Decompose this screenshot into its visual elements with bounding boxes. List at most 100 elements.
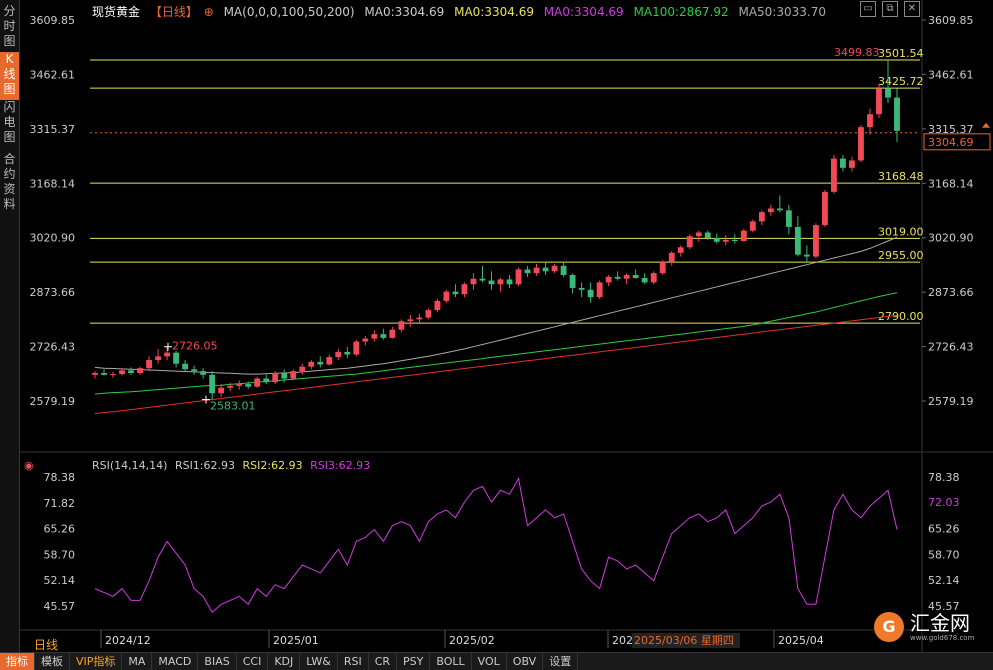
candle [254,376,261,388]
sidebar-tab-char: 电 [3,115,16,129]
candle-body [858,127,864,161]
candle [146,356,152,372]
date-axis-label: 2024/12 [105,634,151,647]
toolbar-item[interactable]: CR [369,653,398,670]
toolbar-item[interactable]: BOLL [430,653,472,670]
ma-config-label[interactable]: MA(0,0,0,100,50,200) [224,5,355,19]
rsi-axis-label-left: 58.70 [44,548,76,561]
candle-body [677,247,684,253]
candle-body [794,226,801,255]
rsi1-value: RSI1:62.93 [174,459,236,472]
candle [578,282,585,298]
candle-body [894,97,900,131]
candle-body [686,236,693,248]
candle [767,204,774,216]
period-label[interactable]: 【日线】 [150,5,198,19]
candle [542,262,549,276]
sidebar-tab-0[interactable]: 分时图 [0,4,19,52]
candle [353,339,360,357]
toolbar-item[interactable]: MA [122,653,153,670]
candle [722,235,729,246]
candle-body [641,277,648,283]
candle-body [749,221,756,231]
candle [668,250,675,266]
toolbar-item[interactable]: 设置 [543,653,579,670]
candle [731,234,738,244]
toolbar-item[interactable]: MACD [152,653,199,670]
candle [137,366,143,375]
date-axis-label: 2025/02 [449,634,495,647]
candle-body [830,158,837,192]
candle-body [767,208,774,213]
candle-body [272,372,279,383]
candle-body [542,267,549,272]
candle-body [560,265,567,276]
candle-body [596,282,603,298]
minimize-icon[interactable]: ▭ [860,1,876,17]
price-axis-label: 3609.85 [928,14,974,27]
sidebar-tab-3[interactable]: 合约资料 [0,152,19,212]
candle-body [200,371,207,375]
candle-body [281,372,288,379]
toolbar-item[interactable]: BIAS [198,653,237,670]
toolbar-item[interactable]: 指标 [0,653,35,670]
candle-body [731,239,738,242]
candle-body [623,275,630,279]
candle-body [695,232,702,237]
low-annotation: 2583.01 [210,400,256,413]
rsi-axis-label-left: 65.26 [44,523,76,536]
candle [749,219,756,233]
sidebar-tab-1[interactable]: K线图 [0,52,19,100]
candle [479,265,486,283]
toolbar-item[interactable]: PSY [397,653,431,670]
add-icon[interactable]: ⊕ [204,5,214,19]
candle [695,230,702,242]
candle [830,154,837,194]
toolbar-item[interactable]: CCI [237,653,269,670]
candle-body [389,329,396,338]
rsi-settings-icon[interactable]: ◉ [24,459,34,472]
candle [533,263,540,276]
sidebar: 分时图K线图闪电图合约资料 [0,0,20,652]
candle-body [425,310,432,318]
bottom-period-label[interactable]: 日线 [34,636,58,653]
candle-body [110,374,116,376]
ma0-magenta-value: MA0:3304.69 [543,5,624,19]
candle [506,275,513,288]
rsi-axis-label: 78.38 [928,471,960,484]
price-axis-label-left: 2579.19 [30,395,76,408]
candle-body [308,361,315,367]
instrument-title: 现货黄金 [92,5,141,19]
close-icon[interactable]: ✕ [904,1,920,17]
candle-body [173,352,180,364]
candle-body [587,289,594,298]
candle [812,223,819,259]
toolbar-item[interactable]: LW& [300,653,338,670]
sidebar-tab-2[interactable]: 闪电图 [0,100,19,150]
toolbar-item[interactable]: OBV [507,653,544,670]
candle-body [704,232,711,239]
toolbar-item[interactable]: VIP指标 [70,653,123,670]
toolbar-item[interactable]: VOL [472,653,507,670]
candle [110,371,116,378]
candle [641,273,648,285]
toolbar-item[interactable]: RSI [338,653,369,670]
candle [794,215,801,257]
candle-body [434,300,441,311]
toolbar-item[interactable]: KDJ [268,653,301,670]
candle-body [713,238,720,242]
candle-body [876,88,882,115]
restore-icon[interactable]: ⧉ [882,1,898,17]
candle-body [776,208,783,211]
current-rsi-label: 72.03 [928,496,960,509]
candle [263,374,270,385]
price-level-label: 3019.00 [878,225,924,238]
price-axis-label: 2579.19 [928,395,974,408]
toolbar-item[interactable]: 模板 [35,653,70,670]
candle [677,245,684,257]
candle [92,371,98,379]
kline-chart[interactable]: 3609.853609.853462.613462.613315.373315.… [0,0,993,652]
candle [740,228,747,242]
candle-body [407,319,414,322]
date-axis-label: 2025/01 [273,634,319,647]
